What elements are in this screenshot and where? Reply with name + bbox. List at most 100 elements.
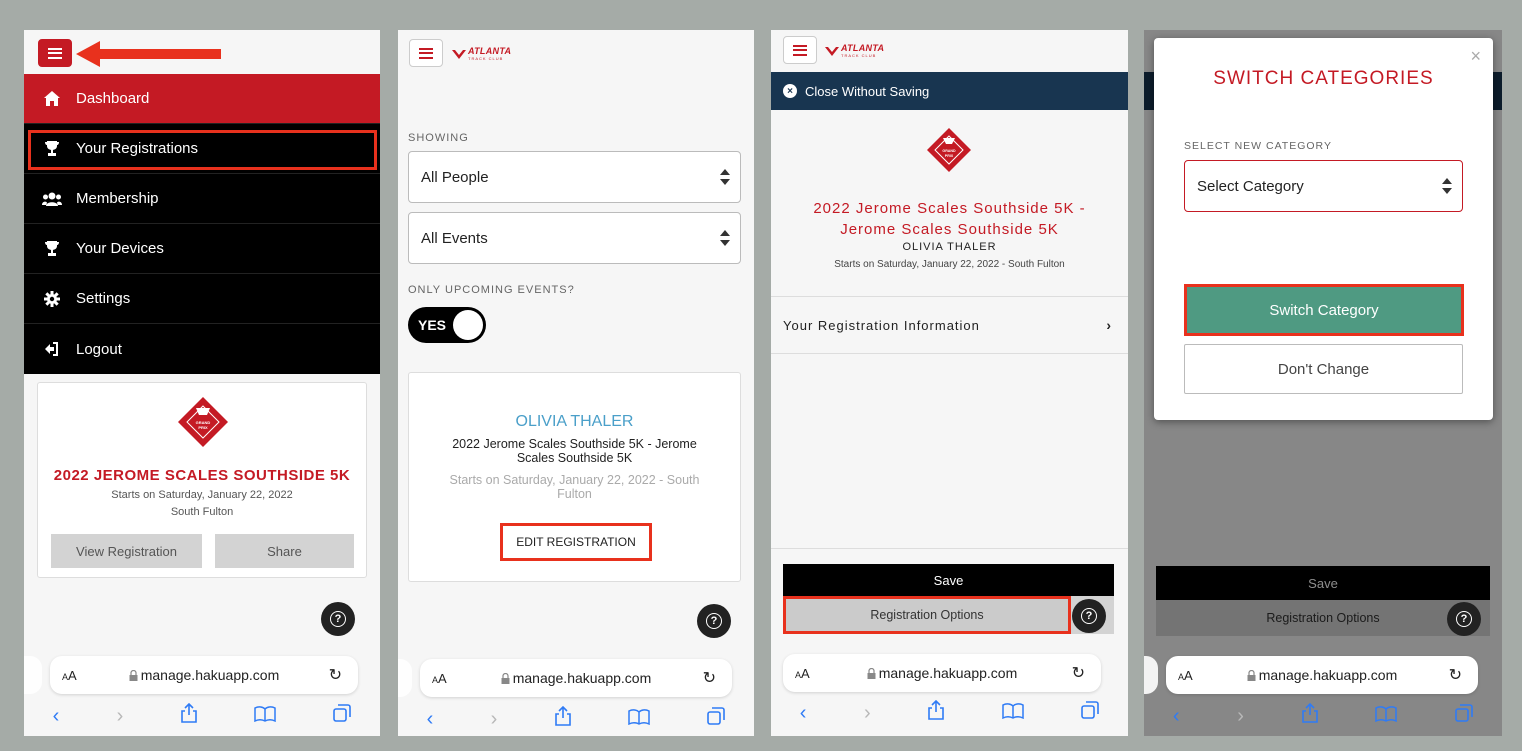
share-icon[interactable] — [554, 705, 571, 732]
dont-change-button[interactable]: Don't Change — [1184, 344, 1463, 394]
safari-address-bar[interactable]: AA manage.hakuapp.com ↻ — [1166, 656, 1478, 694]
back-icon[interactable]: ‹ — [53, 705, 60, 728]
edit-registration-button[interactable]: EDIT REGISTRATION — [500, 523, 652, 561]
select-arrows-icon — [720, 169, 730, 185]
svg-text:PRIX: PRIX — [198, 425, 208, 430]
menu-item-logout[interactable]: Logout — [24, 324, 380, 374]
safari-toolbar: ‹ › — [24, 701, 380, 731]
lock-icon — [501, 672, 510, 684]
chevron-right-icon: › — [1106, 317, 1112, 333]
help-button[interactable]: ? — [321, 602, 355, 636]
save-button[interactable]: Save — [783, 564, 1114, 596]
atlanta-track-club-logo: ATLANTA TRACK CLUB — [825, 44, 884, 58]
svg-text:PRIX: PRIX — [945, 154, 954, 158]
safari-address-bar[interactable]: AA manage.hakuapp.com ↻ — [783, 654, 1101, 692]
menu-item-membership[interactable]: Membership — [24, 174, 380, 224]
tabs-icon[interactable] — [333, 704, 352, 728]
grand-prix-badge: GRAND PRIX — [178, 397, 228, 447]
forward-icon[interactable]: › — [864, 702, 871, 725]
share-button[interactable]: Share — [215, 534, 354, 568]
atlanta-track-club-logo: ATLANTA TRACK CLUB — [452, 47, 511, 61]
share-icon[interactable] — [180, 702, 197, 729]
event-title: 2022 JEROME SCALES SOUTHSIDE 5K — [53, 467, 351, 484]
grand-prix-badge: GRAND PRIX — [927, 128, 971, 172]
event-starts: Starts on Saturday, January 22, 2022 - S… — [449, 473, 700, 501]
screen-menu: Dashboard Your Registrations Membership … — [24, 30, 380, 736]
url-text: manage.hakuapp.com — [1166, 667, 1478, 683]
bookmarks-icon[interactable] — [1001, 702, 1024, 725]
lock-icon — [129, 669, 138, 681]
events-select-value: All Events — [421, 229, 488, 247]
screen-registrations: ATLANTA TRACK CLUB SHOWING All People All… — [398, 30, 754, 736]
close-circle-icon: × — [783, 84, 797, 98]
forward-icon[interactable]: › — [117, 705, 124, 728]
events-select[interactable]: All Events — [408, 212, 741, 264]
trophy-icon — [42, 241, 62, 256]
help-button[interactable]: ? — [1072, 599, 1106, 633]
registration-options-button[interactable]: Registration Options — [783, 596, 1071, 634]
forward-icon[interactable]: › — [491, 708, 498, 731]
reload-icon[interactable]: ↻ — [1449, 665, 1462, 685]
menu-item-label: Dashboard — [76, 90, 150, 107]
upcoming-toggle[interactable]: YES — [408, 307, 486, 343]
help-button[interactable]: ? — [697, 604, 731, 638]
people-select[interactable]: All People — [408, 151, 741, 203]
toggle-label: YES — [418, 317, 447, 333]
safari-address-bar[interactable]: AA manage.hakuapp.com ↻ — [50, 656, 358, 694]
background-tab — [1144, 656, 1158, 694]
hamburger-icon — [419, 47, 433, 59]
url-text: manage.hakuapp.com — [783, 665, 1101, 681]
forward-icon[interactable]: › — [1237, 705, 1244, 728]
view-registration-button[interactable]: View Registration — [51, 534, 202, 568]
bookmarks-icon[interactable] — [1375, 705, 1398, 728]
toggle-knob — [453, 310, 483, 340]
back-icon[interactable]: ‹ — [1173, 705, 1180, 728]
menu-item-label: Membership — [76, 190, 159, 207]
menu-item-your-devices[interactable]: Your Devices — [24, 224, 380, 274]
event-name: 2022 Jerome Scales Southside 5K - Jerome… — [452, 437, 697, 465]
person-name: OLIVIA THALER — [515, 413, 634, 430]
safari-toolbar: ‹ › — [771, 698, 1128, 728]
menu-item-dashboard[interactable]: Dashboard — [24, 74, 380, 124]
hamburger-icon — [48, 47, 62, 59]
reload-icon[interactable]: ↻ — [703, 668, 716, 688]
back-icon[interactable]: ‹ — [800, 702, 807, 725]
highlight-box — [28, 130, 377, 170]
question-icon: ? — [1081, 608, 1097, 624]
category-select-value: Select Category — [1197, 177, 1304, 195]
close-label: Close Without Saving — [805, 83, 930, 99]
help-button[interactable]: ? — [1447, 602, 1481, 636]
bookmarks-icon[interactable] — [254, 705, 276, 728]
reload-icon[interactable]: ↻ — [329, 665, 342, 685]
url-text: manage.hakuapp.com — [420, 670, 732, 686]
hamburger-menu-button[interactable] — [783, 36, 817, 64]
registration-information-row[interactable]: Your Registration Information › — [771, 296, 1128, 354]
hamburger-menu-button[interactable] — [409, 39, 443, 67]
select-arrows-icon — [1442, 178, 1452, 194]
select-category-label: SELECT NEW CATEGORY — [1184, 140, 1332, 152]
tabs-icon[interactable] — [1081, 701, 1100, 725]
background-tab — [24, 656, 42, 694]
share-icon[interactable] — [928, 699, 944, 726]
event-title: 2022 Jerome Scales Southside 5K - Jerome… — [813, 200, 1086, 238]
share-icon[interactable] — [1301, 702, 1318, 729]
question-icon: ? — [706, 613, 722, 629]
menu-item-label: Your Devices — [76, 240, 164, 257]
hamburger-icon — [793, 44, 807, 56]
event-location: South Fulton — [170, 506, 234, 518]
safari-address-bar[interactable]: AA manage.hakuapp.com ↻ — [420, 659, 732, 697]
close-without-saving-bar[interactable]: × Close Without Saving — [771, 72, 1128, 110]
registration-card: OLIVIA THALER 2022 Jerome Scales Southsi… — [408, 372, 741, 582]
switch-category-button[interactable]: Switch Category — [1184, 284, 1464, 336]
menu-item-settings[interactable]: Settings — [24, 274, 380, 324]
tabs-icon[interactable] — [1455, 704, 1473, 728]
close-icon[interactable]: × — [1470, 46, 1481, 67]
question-icon: ? — [330, 611, 346, 627]
safari-toolbar: ‹ › — [398, 704, 754, 734]
hamburger-menu-button[interactable] — [38, 39, 72, 67]
back-icon[interactable]: ‹ — [427, 708, 434, 731]
tabs-icon[interactable] — [707, 707, 726, 731]
reload-icon[interactable]: ↻ — [1072, 663, 1085, 683]
bookmarks-icon[interactable] — [628, 708, 650, 731]
category-select[interactable]: Select Category — [1184, 160, 1463, 212]
